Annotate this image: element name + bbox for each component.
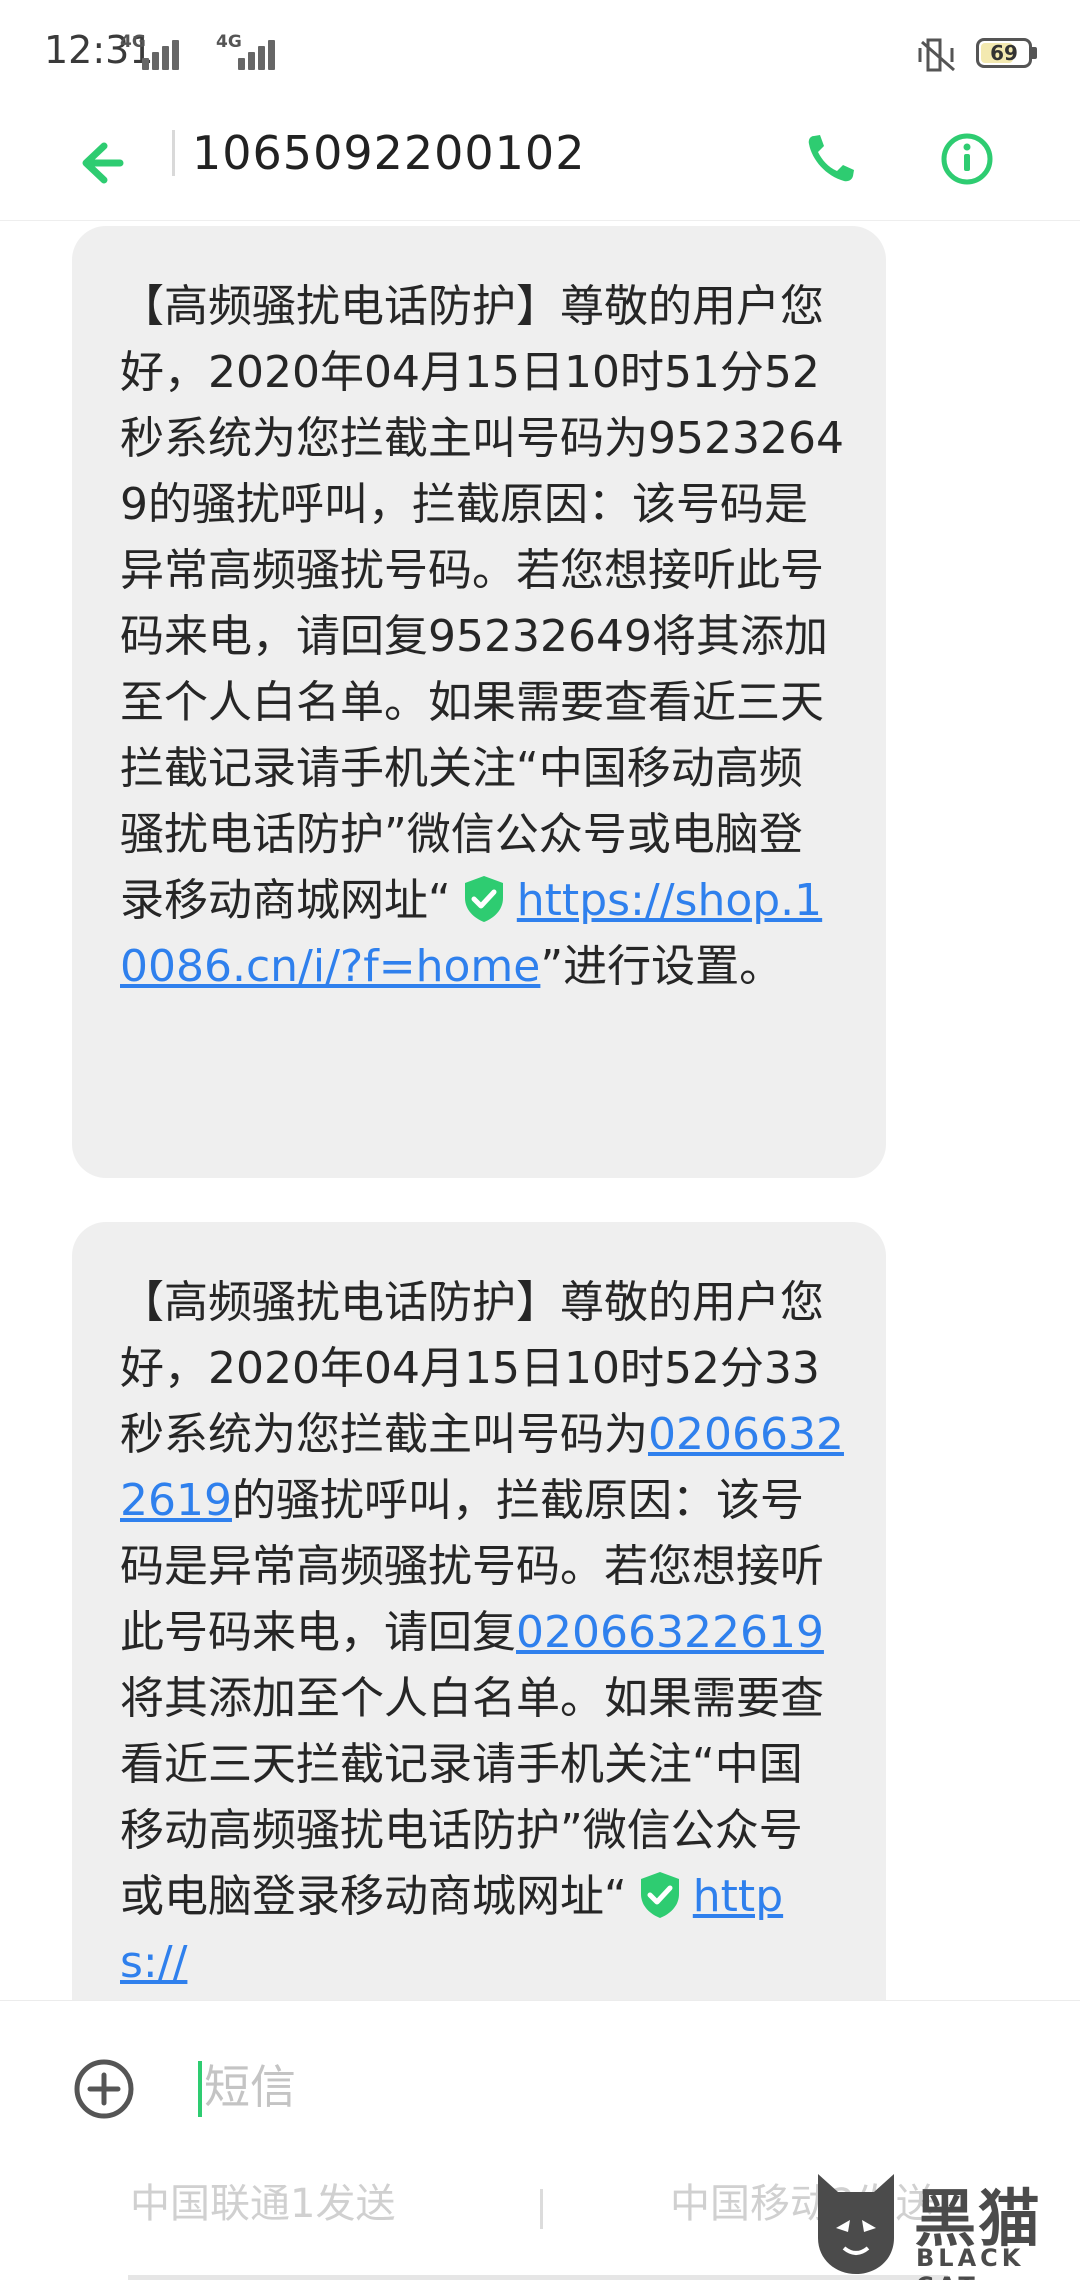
- info-icon[interactable]: [932, 124, 1002, 194]
- phone-icon[interactable]: [796, 124, 866, 194]
- shield-check-icon: [640, 1872, 679, 1918]
- black-cat-logo-icon: [818, 2174, 894, 2274]
- status-right: 69: [914, 34, 1040, 74]
- message-text: 【高频骚扰电话防护】尊敬的用户您好，2020年04月15日10时51分52秒系统…: [120, 281, 844, 926]
- sms-input[interactable]: [204, 2051, 904, 2123]
- signal-2-icon: 4G: [216, 32, 276, 70]
- vibrate-mute-icon: [918, 38, 955, 72]
- contact-number: 1065092200102: [192, 126, 586, 180]
- back-arrow-icon[interactable]: [70, 128, 140, 198]
- send-sim1-button[interactable]: 中国联通1发送: [130, 2171, 395, 2229]
- messaging-screen: 12:31 4G 4G 69 1065092200102 【高频骚扰电话防护】尊…: [0, 0, 1080, 2280]
- network-type-1: 4G: [120, 32, 146, 52]
- message-text: ”进行设置。: [540, 941, 784, 992]
- status-bar: 12:31 4G 4G 69: [0, 0, 1080, 110]
- message-bubble[interactable]: 【高频骚扰电话防护】尊敬的用户您好，2020年04月15日10时51分52秒系统…: [72, 226, 886, 1178]
- shield-check-icon: [464, 876, 503, 922]
- battery-icon: 69: [976, 38, 1032, 68]
- message-bubble[interactable]: 【高频骚扰电话防护】尊敬的用户您好，2020年04月15日10时52分33秒系统…: [72, 1222, 886, 2122]
- battery-tip: [1032, 47, 1037, 59]
- watermark: 黑猫 BLACK CAT: [808, 2168, 1080, 2280]
- phone-number-link[interactable]: 02066322619: [516, 1607, 824, 1658]
- sim-divider: [540, 2189, 543, 2229]
- add-attachment-icon[interactable]: [72, 2057, 136, 2121]
- watermark-text-en: BLACK CAT: [916, 2244, 1025, 2280]
- text-cursor: [198, 2061, 202, 2117]
- network-type-2: 4G: [216, 32, 242, 52]
- conversation-header: 1065092200102: [0, 110, 1080, 221]
- header-divider: [172, 130, 175, 176]
- signal-1-icon: 4G: [120, 32, 180, 70]
- battery-level: 69: [990, 41, 1018, 65]
